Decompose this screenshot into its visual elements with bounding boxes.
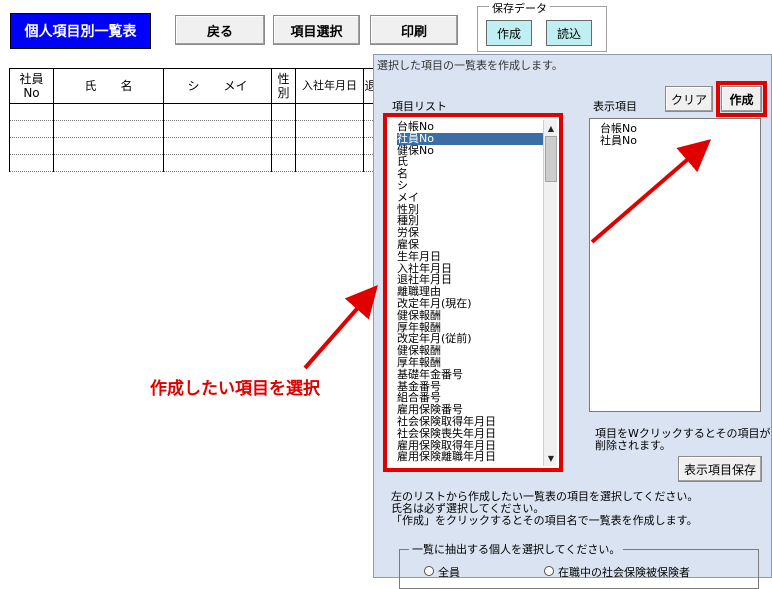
arrow-to-create-button-icon <box>590 139 712 244</box>
annotation-arrows <box>303 139 712 370</box>
annotation-select-items: 作成したい項目を選択 <box>150 379 320 399</box>
arrow-to-item-list-icon <box>303 284 378 370</box>
